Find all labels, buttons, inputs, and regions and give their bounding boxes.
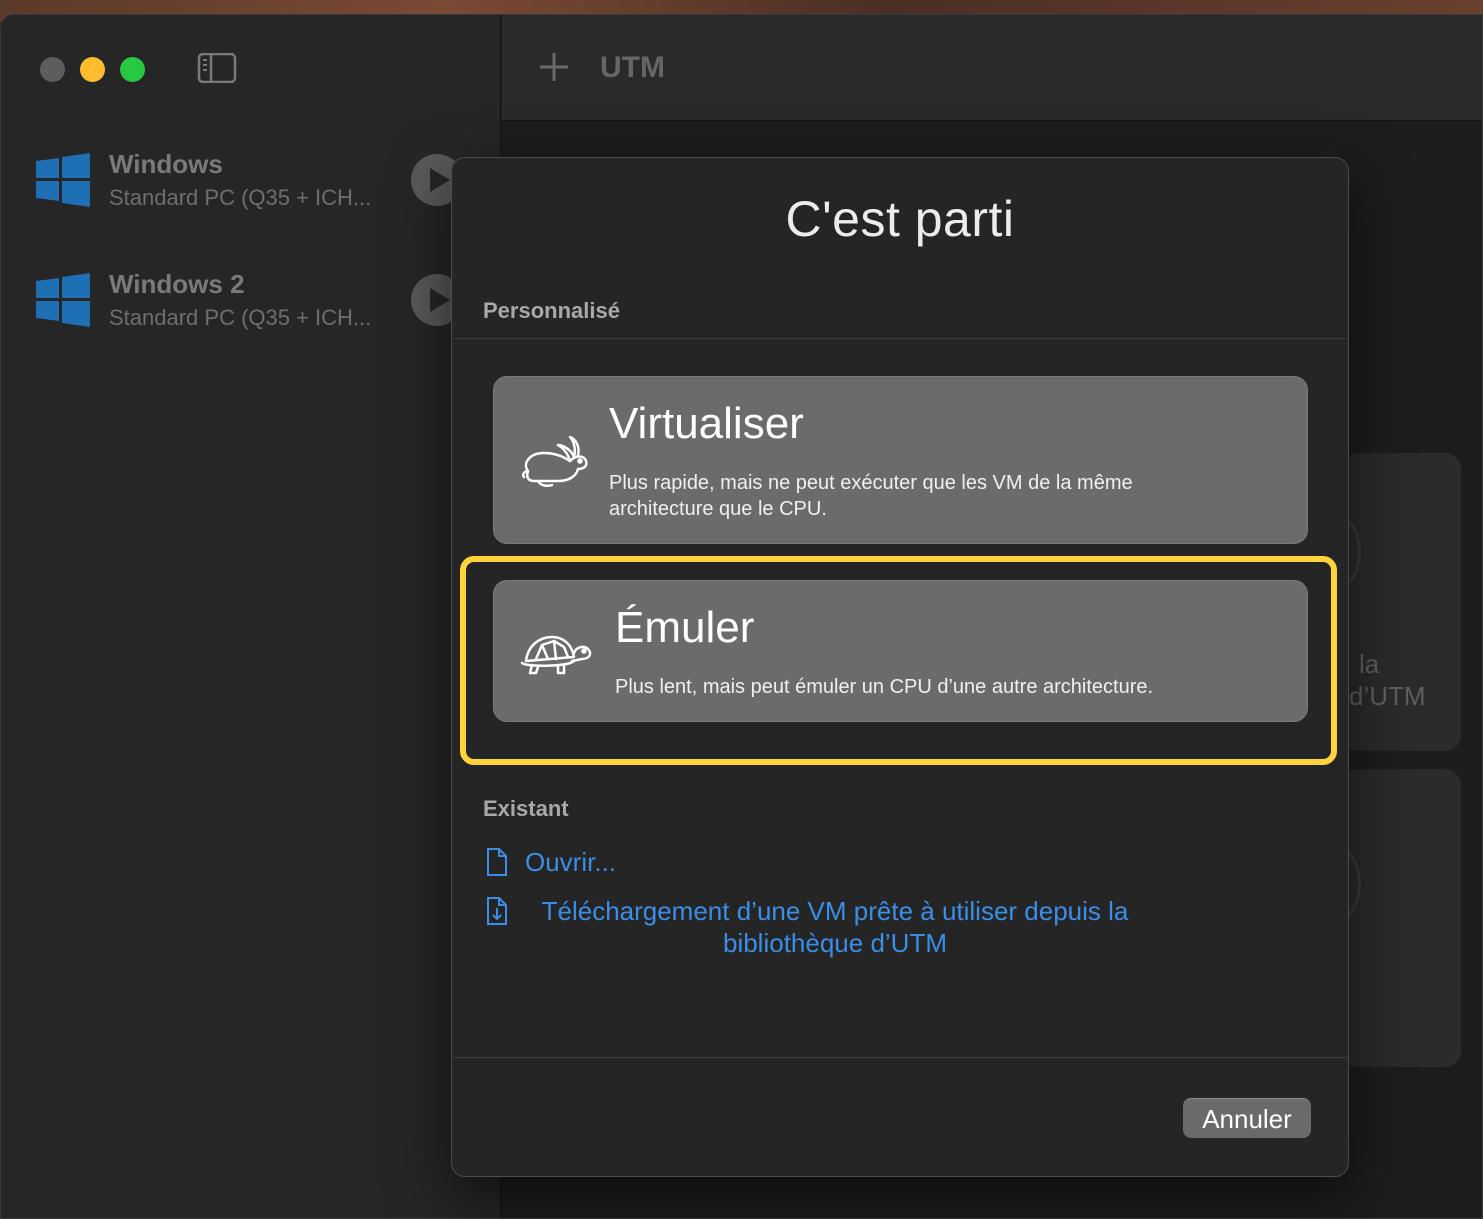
vm-list-item-windows[interactable]: Windows Standard PC (Q35 + ICH... [1, 145, 501, 245]
divider [452, 1057, 1348, 1058]
rabbit-icon [521, 435, 588, 488]
custom-section-label: Personnalisé [483, 298, 620, 323]
add-vm-icon[interactable] [538, 51, 570, 83]
sidebar: Windows Standard PC (Q35 + ICH... Window… [1, 15, 501, 1218]
turtle-icon [520, 635, 592, 675]
download-from-gallery-link[interactable]: Téléchargement d’une VM prête à utiliser… [483, 895, 1141, 959]
app-title: UTM [600, 51, 665, 84]
option-description: Plus lent, mais peut émuler un CPU d’une… [615, 676, 1154, 698]
download-link-line[interactable]: Téléchargement d’une VM prête à utiliser… [529, 895, 1141, 927]
background-card-text: la [1359, 649, 1380, 679]
open-link[interactable]: Ouvrir... [483, 846, 616, 878]
toolbar: UTM [502, 15, 1482, 121]
option-description: Plus rapide, mais ne peut exécuter que l… [609, 472, 1133, 494]
open-link-label[interactable]: Ouvrir... [525, 846, 616, 878]
download-link-text[interactable]: Téléchargement d’une VM prête à utiliser… [529, 895, 1141, 959]
background-card-text: d’UTM [1349, 681, 1426, 711]
dialog-title: C'est parti [785, 191, 1015, 247]
download-link-line[interactable]: bibliothèque d’UTM [529, 927, 1141, 959]
vm-subtitle: Standard PC (Q35 + ICH... [109, 305, 372, 330]
windows-logo-icon [36, 153, 90, 207]
sidebar-toggle-icon[interactable] [197, 53, 237, 83]
background-card [1321, 769, 1461, 1067]
vm-list-item-windows-2[interactable]: Windows 2 Standard PC (Q35 + ICH... [1, 265, 501, 365]
windows-logo-icon [36, 273, 90, 327]
existing-section-label: Existant [483, 796, 569, 821]
download-document-icon [487, 897, 507, 925]
new-vm-dialog: C'est parti Personnalisé Virtualiser Plu… [451, 157, 1349, 1177]
vm-name: Windows [109, 149, 223, 179]
close-window-button[interactable] [40, 57, 65, 82]
option-description: architecture que le CPU. [609, 498, 827, 520]
emulate-option-button[interactable]: Émuler Plus lent, mais peut émuler un CP… [493, 580, 1308, 722]
option-title: Virtualiser [609, 399, 804, 448]
maximize-window-button[interactable] [120, 57, 145, 82]
background-card: la d’UTM [1321, 453, 1461, 751]
vm-name: Windows 2 [109, 269, 245, 299]
document-icon [487, 848, 507, 876]
minimize-window-button[interactable] [80, 57, 105, 82]
vm-subtitle: Standard PC (Q35 + ICH... [109, 185, 372, 210]
divider [452, 338, 1348, 339]
option-title: Émuler [615, 603, 755, 652]
cancel-button[interactable]: Annuler [1183, 1098, 1311, 1138]
virtualize-option-button[interactable]: Virtualiser Plus rapide, mais ne peut ex… [493, 376, 1308, 544]
